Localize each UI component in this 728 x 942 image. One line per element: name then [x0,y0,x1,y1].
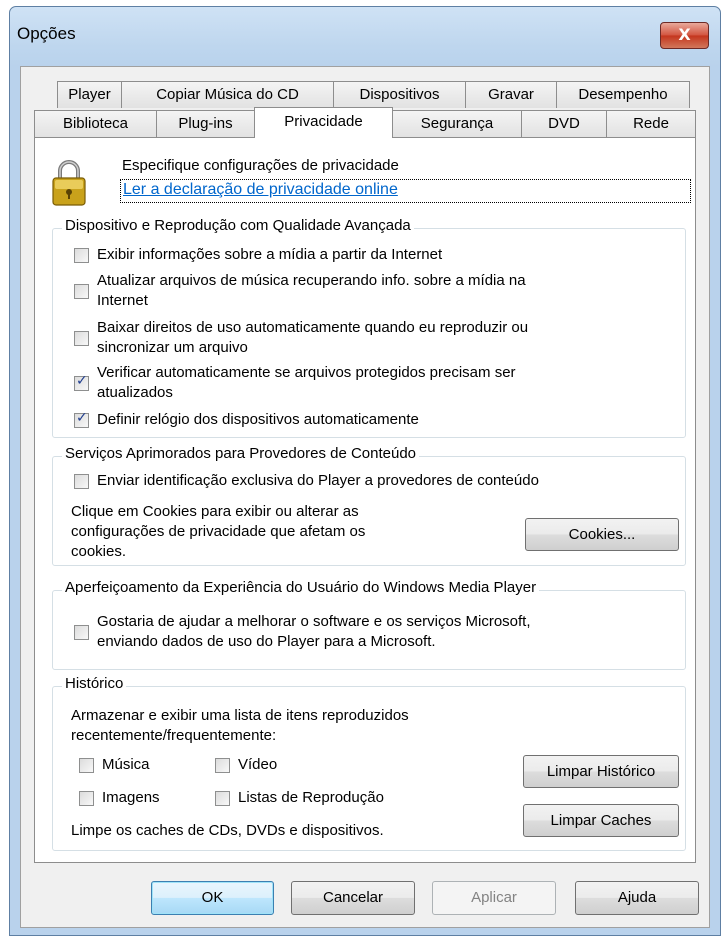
checkbox-media-info[interactable] [74,248,89,263]
privacy-header-text: Especifique configurações de privacidade [122,157,399,174]
set-clock-label: Definir relógio dos dispositivos automat… [97,411,419,428]
checkbox-update-music-files[interactable] [74,284,89,299]
tab-network[interactable]: Rede [606,110,696,137]
checkbox-send-player-id[interactable] [74,474,89,489]
send-player-id-label: Enviar identificação exclusiva do Player… [97,472,539,489]
checkbox-history-video[interactable] [215,758,230,773]
group-ceip-label: Aperfeiçoamento da Experiência do Usuári… [62,579,540,596]
tab-plugins[interactable]: Plug-ins [156,110,255,137]
ceip-label-2: enviando dados de uso do Player para a M… [97,633,436,650]
history-desc-1: Armazenar e exibir uma lista de itens re… [71,707,409,724]
checkbox-download-rights[interactable] [74,331,89,346]
group-history-label: Histórico [62,675,127,692]
privacy-statement-link[interactable]: Ler a declaração de privacidade online [123,181,398,199]
group-playback-label: Dispositivo e Reprodução com Qualidade A… [62,217,414,234]
checkbox-check-protected-files[interactable] [74,373,89,391]
clear-caches-button[interactable]: Limpar Caches [523,804,679,837]
privacy-panel: Especifique configurações de privacidade… [34,137,696,863]
history-playlists-label: Listas de Reprodução [238,789,384,806]
tab-security[interactable]: Segurança [392,110,522,137]
check-protected-label-2: atualizados [97,384,173,401]
download-rights-label-1: Baixar direitos de uso automaticamente q… [97,319,529,336]
cookies-info-1: Clique em Cookies para exibir ou alterar… [71,503,359,520]
tab-rip-music[interactable]: Copiar Música do CD [121,81,334,108]
clear-history-button[interactable]: Limpar Histórico [523,755,679,788]
download-rights-label-2: sincronizar um arquivo [97,339,248,356]
history-music-label: Música [102,756,150,773]
window-title: Opções [17,24,76,43]
help-button[interactable]: Ajuda [575,881,699,915]
checkbox-history-music[interactable] [79,758,94,773]
tab-devices[interactable]: Dispositivos [333,81,466,108]
tab-privacy[interactable]: Privacidade [254,107,393,138]
tab-player[interactable]: Player [57,81,122,108]
cookies-button[interactable]: Cookies... [525,518,679,551]
group-services-label: Serviços Aprimorados para Provedores de … [62,445,420,462]
cookies-info-2: configurações de privacidade que afetam … [71,523,366,540]
lock-icon [51,157,87,207]
tab-burn[interactable]: Gravar [465,81,557,108]
cookies-info-3: cookies. [71,543,127,560]
ceip-label-1: Gostaria de ajudar a melhorar o software… [97,613,531,630]
close-button[interactable]: X [660,22,709,49]
close-icon: X [678,25,691,44]
ok-button[interactable]: OK [151,881,274,915]
update-music-label-1: Atualizar arquivos de música recuperando… [97,272,526,289]
checkbox-history-images[interactable] [79,791,94,806]
history-images-label: Imagens [102,789,160,806]
tab-library[interactable]: Biblioteca [34,110,157,137]
checkbox-ceip[interactable] [74,625,89,640]
checkbox-set-device-clock[interactable] [74,410,89,428]
history-video-label: Vídeo [238,756,278,773]
caches-text: Limpe os caches de CDs, DVDs e dispositi… [71,822,384,839]
update-music-label-2: Internet [97,292,148,309]
check-protected-label-1: Verificar automaticamente se arquivos pr… [97,364,516,381]
history-desc-2: recentemente/frequentemente: [71,727,277,744]
checkbox-history-playlists[interactable] [215,791,230,806]
cancel-button[interactable]: Cancelar [291,881,415,915]
apply-button[interactable]: Aplicar [432,881,556,915]
media-info-label: Exibir informações sobre a mídia a parti… [97,246,443,263]
tab-performance[interactable]: Desempenho [556,81,690,108]
tab-dvd[interactable]: DVD [521,110,607,137]
